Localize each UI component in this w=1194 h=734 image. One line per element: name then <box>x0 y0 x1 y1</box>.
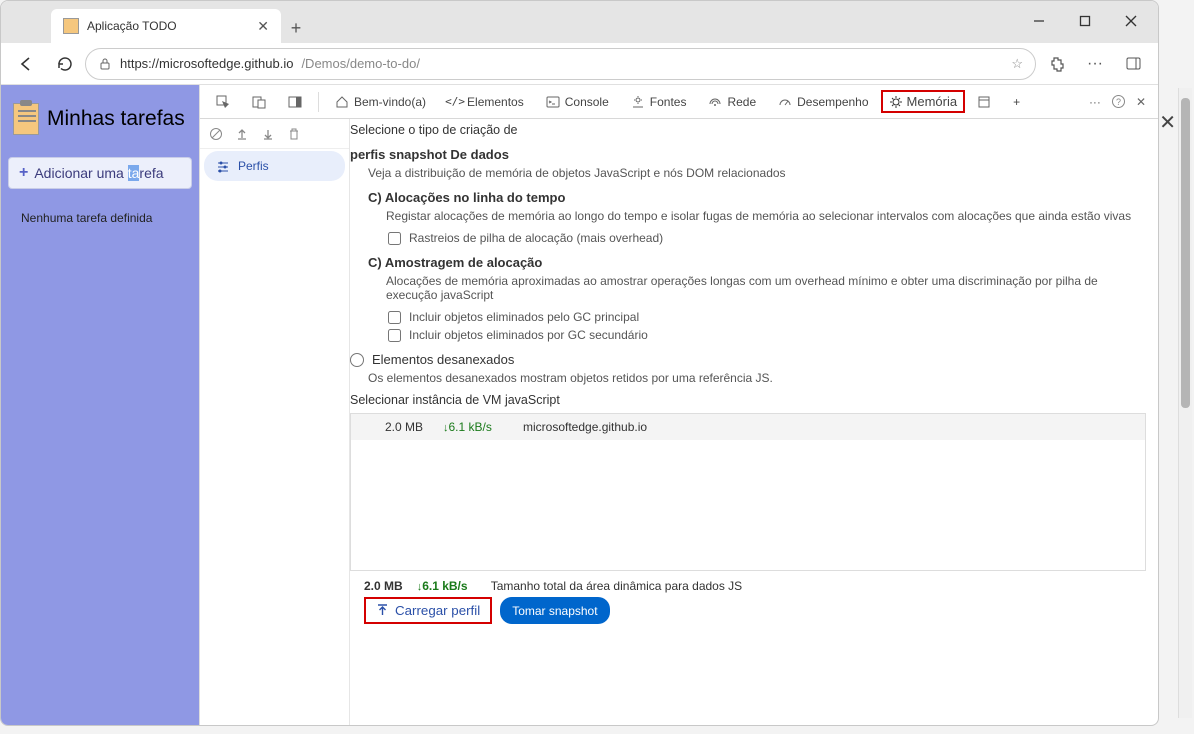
select-type-label: Selecione o tipo de criação de <box>350 123 1146 137</box>
take-snapshot-button[interactable]: Tomar snapshot <box>500 597 609 624</box>
tab-sources[interactable]: Fontes <box>621 85 697 119</box>
window-maximize-button[interactable] <box>1066 7 1104 35</box>
vm-instance-list: 2.0 MB 6.1 kB/s microsoftedge.github.io <box>350 413 1146 571</box>
refresh-button[interactable] <box>47 47 81 81</box>
heap-snapshot-desc: Veja a distribuição de memória de objeto… <box>368 166 1146 180</box>
clipboard-icon <box>13 103 39 135</box>
sliders-icon <box>216 159 230 173</box>
tab-title: Aplicação TODO <box>87 19 249 33</box>
timeline-title: C) Alocações no linha do tempo <box>368 190 1146 205</box>
add-task-input[interactable]: + Adicionar uma tarefa <box>8 157 192 189</box>
download-icon[interactable] <box>260 126 276 142</box>
app-title: Minhas tarefas <box>47 107 185 131</box>
devtools-more-button[interactable]: ··· <box>1089 95 1101 109</box>
scrollbar-thumb[interactable] <box>1181 98 1190 408</box>
no-task-text: Nenhuma tarefa definida <box>5 199 195 237</box>
device-toggle-button[interactable] <box>242 85 276 119</box>
back-button[interactable] <box>9 47 43 81</box>
vm-instance-row[interactable]: 2.0 MB 6.1 kB/s microsoftedge.github.io <box>351 414 1145 440</box>
upload-arrow-icon <box>376 604 389 617</box>
devtools-help-button[interactable]: ? <box>1111 94 1126 109</box>
menu-button[interactable]: ··· <box>1078 47 1112 81</box>
timeline-desc: Registar alocações de memória ao longo d… <box>386 209 1146 223</box>
favorite-icon[interactable]: ☆ <box>1011 56 1023 72</box>
extensions-button[interactable] <box>1040 47 1074 81</box>
tab-console[interactable]: Console <box>536 85 619 119</box>
sampling-minor-gc-checkbox[interactable]: Incluir objetos eliminados por GC secund… <box>388 328 1146 342</box>
sampling-title: C) Amostragem de alocação <box>368 255 1146 270</box>
tab-elements[interactable]: </>Elementos <box>438 85 534 119</box>
tab-close-icon[interactable]: ✕ <box>257 18 269 35</box>
footer-heap-label: Tamanho total da área dinâmica para dado… <box>491 579 743 593</box>
window-close-button[interactable] <box>1112 7 1150 35</box>
new-tab-button[interactable]: + <box>281 13 311 43</box>
lock-icon <box>98 57 112 71</box>
heap-snapshot-title: perfis snapshot De dados <box>350 147 1146 162</box>
url-path: /Demos/demo-to-do/ <box>301 56 420 71</box>
trash-icon[interactable] <box>286 126 302 142</box>
tab-application[interactable] <box>967 85 1001 119</box>
clipboard-favicon-icon <box>63 18 79 34</box>
more-tabs-button[interactable]: + <box>1003 85 1030 119</box>
clear-icon[interactable] <box>208 126 224 142</box>
gear-icon <box>889 95 903 109</box>
address-bar[interactable]: https://microsoftedge.github.io/Demos/de… <box>85 48 1036 80</box>
timeline-stack-checkbox[interactable]: Rastreios de pilha de alocação (mais ove… <box>388 231 1146 245</box>
tab-memory-highlighted[interactable]: Memória <box>881 90 966 113</box>
devtools-close-button[interactable]: ✕ <box>1136 95 1146 109</box>
window-minimize-button[interactable] <box>1020 7 1058 35</box>
inspect-button[interactable] <box>206 85 240 119</box>
sidebar-button[interactable] <box>1116 47 1150 81</box>
svg-text:?: ? <box>1116 97 1121 107</box>
footer-size: 2.0 MB <box>364 579 403 593</box>
sidebar-item-profiles[interactable]: Perfis <box>204 151 345 181</box>
tab-network[interactable]: Rede <box>698 85 766 119</box>
browser-tab[interactable]: Aplicação TODO ✕ <box>51 9 281 43</box>
sampling-major-gc-checkbox[interactable]: Incluir objetos eliminados pelo GC princ… <box>388 310 1146 324</box>
plus-icon: + <box>19 164 28 182</box>
upload-icon[interactable] <box>234 126 250 142</box>
load-profile-button[interactable]: Carregar perfil <box>364 597 492 624</box>
app-sidebar: Minhas tarefas + Adicionar uma tarefa Ne… <box>1 85 199 725</box>
outer-close-icon[interactable]: ✕ <box>1159 110 1176 135</box>
detached-elements-radio[interactable]: Elementos desanexados <box>350 352 1146 367</box>
url-host: https://microsoftedge.github.io <box>120 56 293 71</box>
tab-performance[interactable]: Desempenho <box>768 85 878 119</box>
footer-rate: 6.1 kB/s <box>417 579 477 593</box>
dock-side-button[interactable] <box>278 85 312 119</box>
sampling-desc: Alocações de memória aproximadas ao amos… <box>386 274 1146 302</box>
devtools-panel: Bem-vindo(a) </>Elementos Console Fontes… <box>199 85 1158 725</box>
vm-section-title: Selecionar instância de VM javaScript <box>350 393 1146 407</box>
outer-scrollbar[interactable] <box>1178 88 1192 718</box>
tab-welcome[interactable]: Bem-vindo(a) <box>325 85 436 119</box>
detached-desc: Os elementos desanexados mostram objetos… <box>368 371 1146 385</box>
